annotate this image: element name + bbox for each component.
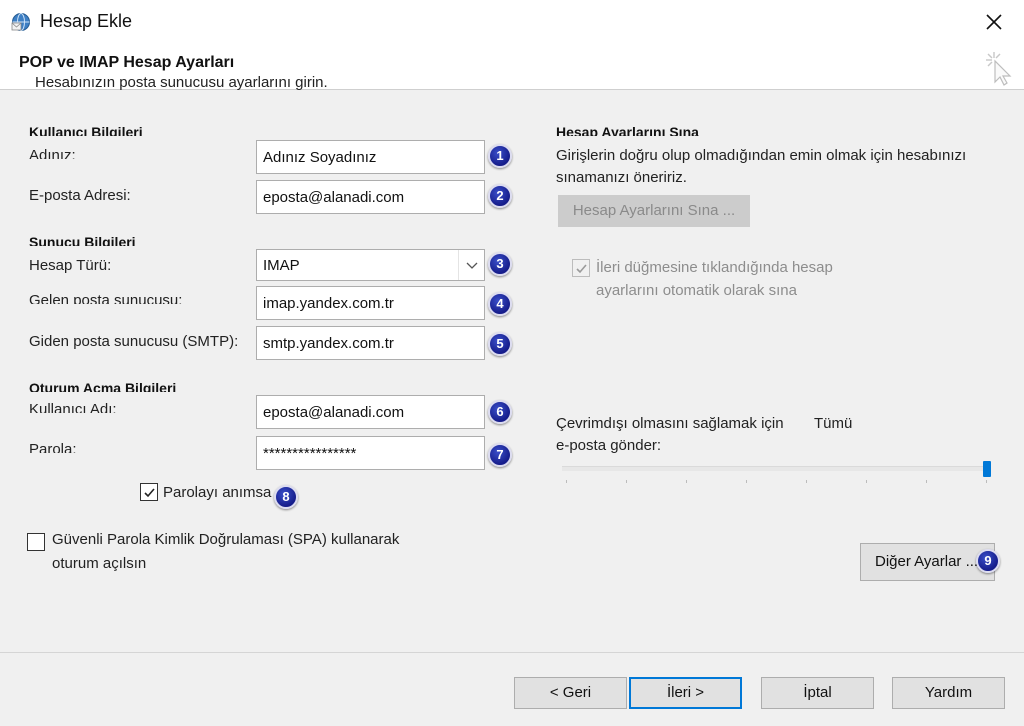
slider-tick <box>746 480 747 483</box>
incoming-server-input[interactable] <box>256 286 485 320</box>
auto-test-checkbox[interactable] <box>572 259 590 277</box>
wizard-header: POP ve IMAP Hesap Ayarları Hesabınızın p… <box>0 44 1024 91</box>
test-description-line1: Girişlerin doğru olup olmadığından emin … <box>556 147 967 164</box>
close-icon[interactable] <box>982 10 1006 34</box>
section-logon-info: Oturum Açma Bilgileri <box>29 380 177 392</box>
offline-slider-track[interactable] <box>562 466 990 471</box>
title-bar: Hesap Ekle <box>0 0 1024 44</box>
badge-6: 6 <box>488 400 512 424</box>
outgoing-server-label: Giden posta sunucusu (SMTP): <box>29 333 239 350</box>
remember-password-checkbox[interactable] <box>140 483 158 501</box>
section-server-info: Sunucu Bilgileri <box>29 234 136 246</box>
slider-tick <box>926 480 927 483</box>
badge-2: 2 <box>488 184 512 208</box>
email-label: E-posta Adresi: <box>29 187 131 204</box>
account-type-label: Hesap Türü: <box>29 257 112 274</box>
spa-label-line1: Güvenli Parola Kimlik Doğrulaması (SPA) … <box>52 531 400 548</box>
offline-value: Tümü <box>814 415 853 432</box>
page-title: POP ve IMAP Hesap Ayarları <box>19 54 235 71</box>
password-input[interactable] <box>256 436 485 470</box>
offline-slider-thumb[interactable] <box>983 461 991 477</box>
auto-test-label-line1: İleri düğmesine tıklandığında hesap <box>596 259 833 276</box>
badge-3: 3 <box>488 252 512 276</box>
username-input[interactable] <box>256 395 485 429</box>
slider-tick <box>686 480 687 483</box>
outlook-account-icon <box>11 13 30 31</box>
name-label: Adınız: <box>29 147 76 159</box>
dropdown-button[interactable] <box>458 250 484 280</box>
section-test-settings: Hesap Ayarlarını Sına <box>556 124 699 136</box>
more-settings-button[interactable]: Diğer Ayarlar ... <box>860 543 995 581</box>
offline-label-line2: e-posta gönder: <box>556 437 662 454</box>
slider-tick <box>866 480 867 483</box>
slider-tick <box>626 480 627 483</box>
badge-4: 4 <box>488 292 512 316</box>
test-description-line2: sınamanızı öneririz. <box>556 169 687 186</box>
page-subtitle: Hesabınızın posta sunucusu ayarlarını gi… <box>35 74 328 91</box>
spa-checkbox[interactable] <box>27 533 45 551</box>
badge-7: 7 <box>488 443 512 467</box>
test-account-settings-button[interactable]: Hesap Ayarlarını Sına ... <box>558 195 750 227</box>
badge-8: 8 <box>274 485 298 509</box>
footer-divider <box>0 652 1024 653</box>
slider-tick <box>566 480 567 483</box>
offline-label-line1: Çevrimdışı olmasını sağlamak için <box>556 415 784 432</box>
spa-label-line2: oturum açılsın <box>52 555 147 572</box>
badge-5: 5 <box>488 332 512 356</box>
auto-test-label-line2: ayarlarını otomatik olarak sına <box>596 282 797 299</box>
account-type-select[interactable]: IMAP <box>256 249 485 281</box>
email-input[interactable] <box>256 180 485 214</box>
wizard-cursor-icon <box>986 52 1012 86</box>
password-label: Parola: <box>29 441 77 453</box>
back-button[interactable]: < Geri <box>514 677 627 709</box>
slider-tick <box>806 480 807 483</box>
account-type-value: IMAP <box>263 257 300 274</box>
check-icon <box>576 264 587 274</box>
next-button[interactable]: İleri > <box>629 677 742 709</box>
check-icon <box>144 488 155 498</box>
chevron-down-icon <box>466 262 478 269</box>
username-label: Kullanıcı Adı: <box>29 401 117 413</box>
window-title: Hesap Ekle <box>40 11 133 31</box>
slider-tick <box>986 480 987 483</box>
remember-password-label: Parolayı anımsa <box>163 484 272 501</box>
name-input[interactable] <box>256 140 485 174</box>
incoming-server-label: Gelen posta sunucusu: <box>29 292 183 304</box>
outgoing-server-input[interactable] <box>256 326 485 360</box>
badge-9: 9 <box>976 549 1000 573</box>
cancel-button[interactable]: İptal <box>761 677 874 709</box>
section-user-info: Kullanıcı Bilgileri <box>29 124 143 136</box>
badge-1: 1 <box>488 144 512 168</box>
help-button[interactable]: Yardım <box>892 677 1005 709</box>
